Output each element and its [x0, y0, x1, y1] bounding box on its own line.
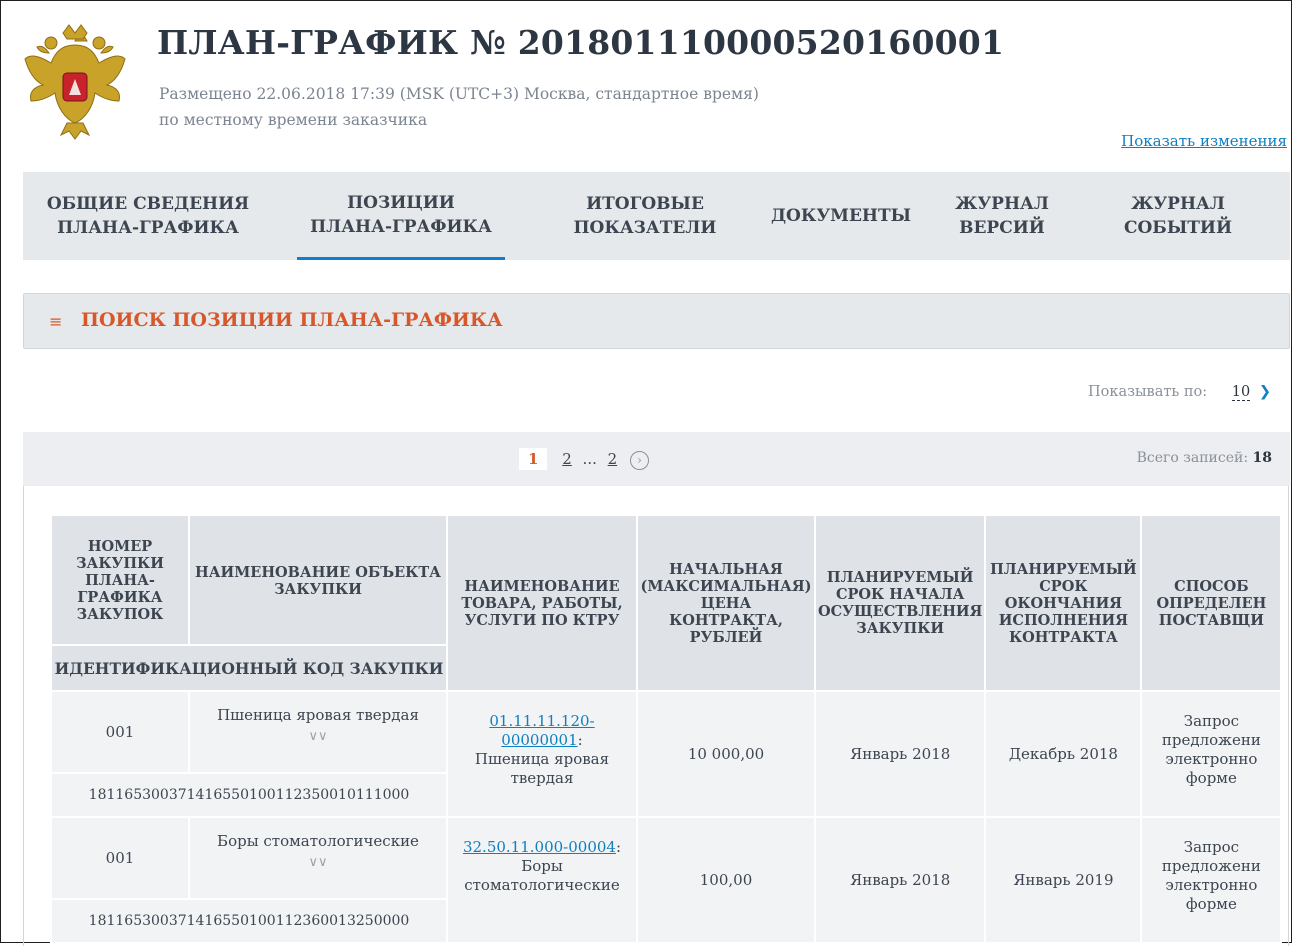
- ktru-code-link[interactable]: 32.50.11.000-00004: [463, 838, 616, 856]
- start-date-cell: Январь 2018: [813, 690, 987, 818]
- ktru-cell: 01.11.11.120-00000001: Пшеница яровая тве…: [446, 690, 638, 818]
- per-page-select[interactable]: 10: [1231, 384, 1251, 401]
- pagination: 1 2 ... 2 ›: [519, 448, 649, 470]
- page-link-2[interactable]: 2: [562, 450, 572, 468]
- purchase-code: 181165300371416550100112360013250000: [50, 898, 448, 944]
- col-header-method: СПОСОБ ОПРЕДЕЛЕН ПОСТАВЩИ: [1140, 514, 1283, 692]
- posted-info: Размещено 22.06.2018 17:39 (MSK (UTC+3) …: [159, 81, 759, 133]
- expand-chevron-icon[interactable]: ∨∨: [191, 727, 445, 746]
- positions-table-frame: НОМЕР ЗАКУПКИ ПЛАНА- ГРАФИКА ЗАКУПОК НАИМЕНО…: [23, 486, 1289, 946]
- purchase-object: Пшеница яровая твердая ∨∨: [188, 690, 448, 774]
- table-row: 001 Боры стоматологические ∨∨ 32.50.11.0…: [50, 816, 1283, 944]
- tab-summary-indicators[interactable]: ИТОГОВЫЕ ПОКАЗАТЕЛИ: [555, 172, 735, 260]
- posted-timezone-note: по местному времени заказчика: [159, 111, 428, 129]
- tab-general-info[interactable]: ОБЩИЕ СВЕДЕНИЯ ПЛАНА-ГРАФИКА: [43, 172, 253, 260]
- col-header-code: ИДЕНТИФИКАЦИОННЫЙ КОД ЗАКУПКИ: [50, 644, 448, 692]
- tab-version-log[interactable]: ЖУРНАЛ ВЕРСИЙ: [943, 172, 1061, 260]
- tab-documents[interactable]: ДОКУМЕНТЫ: [759, 172, 923, 260]
- total-records-label: Всего записей:: [1136, 450, 1249, 466]
- per-page-label: Показывать по:: [1088, 384, 1208, 400]
- price-cell: 10 000,00: [636, 690, 816, 818]
- purchase-number: 001: [50, 690, 190, 774]
- double-chevron-down-icon[interactable]: ≡: [49, 312, 62, 331]
- method-cell: Запрос предложени электронно форме: [1140, 816, 1283, 944]
- purchase-object-name: Боры стоматологические: [217, 832, 419, 850]
- price-cell: 100,00: [636, 816, 816, 944]
- expand-chevron-icon[interactable]: ∨∨: [191, 853, 445, 872]
- pagination-bar: 1 2 ... 2 › Всего записей: 18: [23, 432, 1290, 486]
- search-panel[interactable]: ≡ ПОИСК ПОЗИЦИИ ПЛАНА-ГРАФИКА: [23, 293, 1290, 349]
- ktru-cell: 32.50.11.000-00004: Боры стоматологически…: [446, 816, 638, 944]
- tab-bar: ОБЩИЕ СВЕДЕНИЯ ПЛАНА-ГРАФИКА ПОЗИЦИИ ПЛАНА…: [23, 172, 1290, 260]
- method-cell: Запрос предложени электронно форме: [1140, 690, 1283, 818]
- page-ellipsis: ...: [582, 450, 597, 468]
- search-panel-title[interactable]: ПОИСК ПОЗИЦИИ ПЛАНА-ГРАФИКА: [81, 309, 503, 331]
- coat-of-arms-logo: [24, 24, 126, 140]
- posted-date: Размещено 22.06.2018 17:39 (MSK (UTC+3) …: [159, 85, 759, 103]
- col-header-end-date: ПЛАНИРУЕМЫЙ СРОК ОКОНЧАНИЯ ИСПОЛНЕНИЯ КОНТРА…: [984, 514, 1143, 692]
- col-header-ktru: НАИМЕНОВАНИЕ ТОВАРА, РАБОТЫ, УСЛУГИ ПО КТР…: [446, 514, 638, 692]
- next-page-icon[interactable]: ›: [629, 451, 649, 470]
- col-header-object: НАИМЕНОВАНИЕ ОБЪЕКТА ЗАКУПКИ: [188, 514, 448, 646]
- end-date-cell: Январь 2019: [984, 816, 1143, 944]
- purchase-object-name: Пшеница яровая твердая: [217, 706, 419, 724]
- total-records: Всего записей: 18: [1137, 450, 1272, 466]
- table-row: 001 Пшеница яровая твердая ∨∨ 01.11.11.1…: [50, 690, 1283, 818]
- purchase-object: Боры стоматологические ∨∨: [188, 816, 448, 900]
- show-changes-link[interactable]: Показать изменения: [1121, 132, 1287, 150]
- page-current[interactable]: 1: [519, 448, 548, 470]
- col-header-price: НАЧАЛЬНАЯ (МАКСИМАЛЬНАЯ) ЦЕНА КОНТРАКТА, РУБ…: [636, 514, 816, 692]
- purchase-code: 181165300371416550100112350010111000: [50, 772, 448, 818]
- col-header-number: НОМЕР ЗАКУПКИ ПЛАНА- ГРАФИКА ЗАКУПОК: [50, 514, 190, 646]
- positions-table: НОМЕР ЗАКУПКИ ПЛАНА- ГРАФИКА ЗАКУПОК НАИМЕНО…: [50, 514, 1283, 944]
- per-page-control: Показывать по: 10 ❯: [1088, 384, 1271, 401]
- ktru-name: Боры стоматологические: [464, 857, 620, 894]
- tab-event-log[interactable]: ЖУРНАЛ СОБЫТИЙ: [1119, 172, 1237, 260]
- start-date-cell: Январь 2018: [813, 816, 987, 944]
- col-header-start-date: ПЛАНИРУЕМЫЙ СРОК НАЧАЛА ОСУЩЕСТВЛЕНИЯ ЗАКУП…: [813, 514, 987, 692]
- total-records-value: 18: [1252, 450, 1272, 466]
- tab-plan-positions[interactable]: ПОЗИЦИИ ПЛАНА-ГРАФИКА: [297, 172, 505, 260]
- ktru-name: Пшеница яровая твердая: [474, 750, 610, 787]
- page-title: ПЛАН-ГРАФИК № 201801110000520160001: [157, 23, 1005, 62]
- end-date-cell: Декабрь 2018: [984, 690, 1143, 818]
- page-link-last[interactable]: 2: [608, 450, 618, 468]
- purchase-number: 001: [50, 816, 190, 900]
- chevron-down-icon[interactable]: ❯: [1259, 384, 1271, 400]
